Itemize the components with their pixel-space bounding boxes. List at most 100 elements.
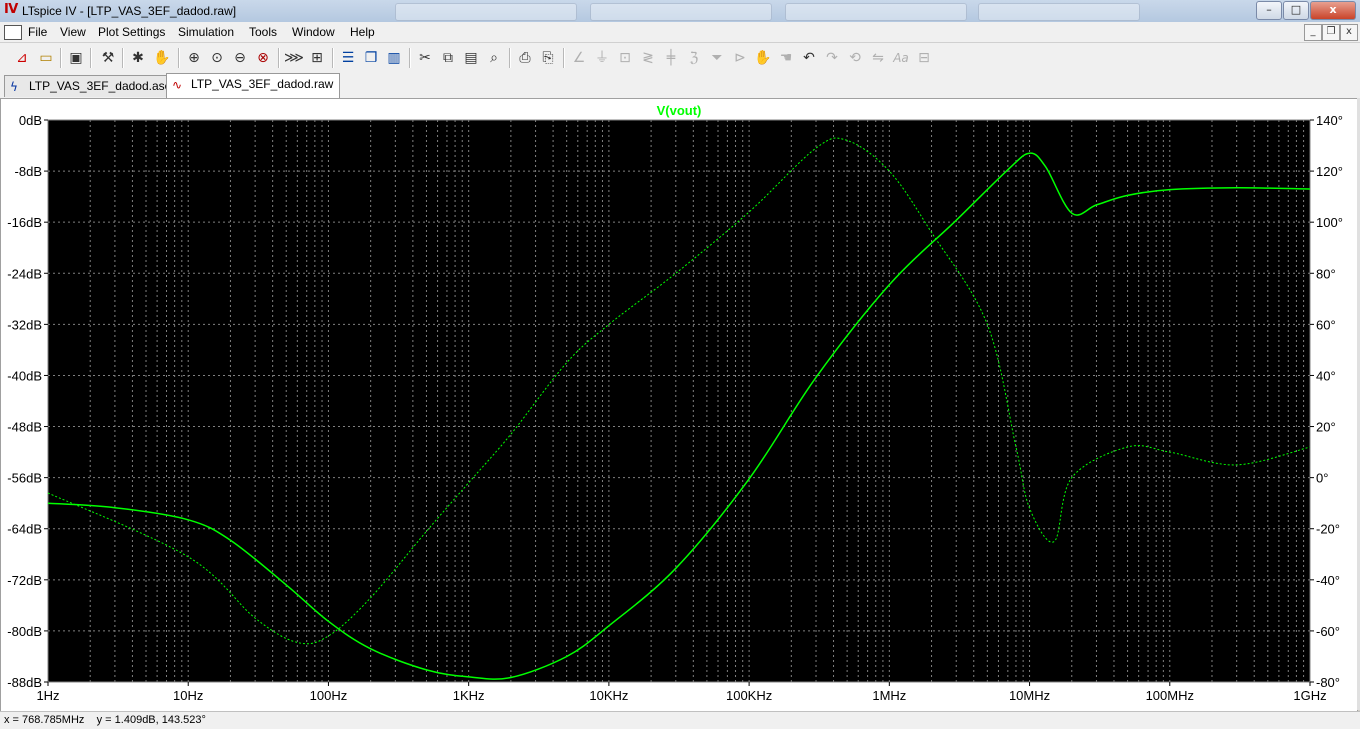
background-window-tab bbox=[590, 3, 772, 21]
run-icon[interactable]: ✱ bbox=[128, 48, 148, 68]
menu-help[interactable]: Help bbox=[350, 25, 375, 39]
y-right-tick-label: 40° bbox=[1316, 368, 1336, 383]
zoom-out-icon[interactable]: ⊖ bbox=[230, 48, 250, 68]
inductor-icon[interactable]: ℨ bbox=[684, 48, 704, 68]
tile-vertical-icon[interactable]: ▥ bbox=[384, 48, 404, 68]
y-right-tick-label: 120° bbox=[1316, 164, 1343, 179]
menu-view[interactable]: View bbox=[60, 25, 86, 39]
y-left-tick-label: -64dB bbox=[7, 522, 42, 537]
document-tab-bar: ϟ LTP_VAS_3EF_dadod.asc ∿ LTP_VAS_3EF_da… bbox=[0, 72, 1360, 98]
toolbar-separator bbox=[278, 48, 280, 68]
rotate-icon[interactable]: ⟲ bbox=[845, 48, 865, 68]
mdi-minimize-button[interactable]: _ bbox=[1304, 24, 1322, 41]
new-schematic-icon[interactable]: ⊿ bbox=[12, 48, 32, 68]
toolbar-separator bbox=[178, 48, 180, 68]
undo-icon[interactable]: ↶ bbox=[799, 48, 819, 68]
toolbar-separator bbox=[122, 48, 124, 68]
spice-directive-icon[interactable]: ⊟ bbox=[914, 48, 934, 68]
background-window-tab bbox=[395, 3, 577, 21]
toolbar-separator bbox=[60, 48, 62, 68]
print-icon[interactable]: ⎘ bbox=[538, 48, 558, 68]
document-icon[interactable] bbox=[4, 25, 22, 40]
waveform-icon: ∿ bbox=[172, 78, 183, 92]
menu-plot-settings[interactable]: Plot Settings bbox=[98, 25, 165, 39]
toolbar-separator bbox=[563, 48, 565, 68]
find-icon[interactable]: ⌕ bbox=[484, 48, 504, 68]
resistor-icon[interactable]: ≷ bbox=[638, 48, 658, 68]
x-tick-label: 10MHz bbox=[1009, 688, 1050, 703]
cascade-icon[interactable]: ❐ bbox=[361, 48, 381, 68]
y-left-tick-label: -48dB bbox=[7, 420, 42, 435]
maximize-button[interactable]: □ bbox=[1283, 1, 1309, 20]
halt-icon[interactable]: ✋ bbox=[152, 48, 172, 68]
toolbar-separator bbox=[90, 48, 92, 68]
label-icon[interactable]: ⊡ bbox=[615, 48, 635, 68]
schematic-icon: ϟ bbox=[10, 80, 18, 94]
mdi-restore-button[interactable]: ❐ bbox=[1322, 24, 1340, 41]
move-icon[interactable]: ✋ bbox=[753, 48, 773, 68]
mdi-close-button[interactable]: x bbox=[1340, 24, 1358, 41]
menu-tools[interactable]: Tools bbox=[249, 25, 277, 39]
y-right-tick-label: 0° bbox=[1316, 471, 1328, 486]
wire-icon[interactable]: ∠ bbox=[569, 48, 589, 68]
toolbar-separator bbox=[509, 48, 511, 68]
y-left-tick-label: -72dB bbox=[7, 573, 42, 588]
y-right-tick-label: 60° bbox=[1316, 317, 1336, 332]
open-icon[interactable]: ▭ bbox=[36, 48, 56, 68]
menu-window[interactable]: Window bbox=[292, 25, 335, 39]
title-bar: Ⅳ LTspice IV - [LTP_VAS_3EF_dadod.raw] –… bbox=[0, 0, 1360, 23]
tab-waveform[interactable]: ∿ LTP_VAS_3EF_dadod.raw bbox=[166, 73, 341, 98]
y-right-tick-label: 100° bbox=[1316, 215, 1343, 230]
menu-file[interactable]: File bbox=[28, 25, 47, 39]
tile-horizontal-icon[interactable]: ☰ bbox=[338, 48, 358, 68]
diode-icon[interactable]: ⏷ bbox=[707, 48, 727, 68]
trace-label-vout[interactable]: V(vout) bbox=[657, 103, 702, 118]
mirror-icon[interactable]: ⇋ bbox=[868, 48, 888, 68]
menu-bar: File View Plot Settings Simulation Tools… bbox=[0, 22, 1360, 43]
paste-icon[interactable]: ▤ bbox=[461, 48, 481, 68]
y-left-tick-label: -80dB bbox=[7, 624, 42, 639]
zoom-fit-icon[interactable]: ⊗ bbox=[253, 48, 273, 68]
ground-icon[interactable]: ⏚ bbox=[592, 48, 612, 68]
y-right-tick-label: -80° bbox=[1316, 675, 1340, 690]
waveform-plot-pane[interactable]: 1Hz 10Hz 100Hz 1KHz 10KHz 100KHz 1MHz 10MHz 100M… bbox=[0, 98, 1358, 712]
toolbar-separator bbox=[332, 48, 334, 68]
cursor-readout: x = 768.785MHz y = 1.409dB, 143.523° bbox=[4, 714, 206, 726]
zoom-area-icon[interactable]: ⊙ bbox=[207, 48, 227, 68]
toolbar: ⊿ ▭ ▣ ⚒ ✱ ✋ ⊕ ⊙ ⊖ ⊗ ⋙ ⊞ ☰ ❐ ▥ ✂ ⧉ ▤ ⌕ ⎙ … bbox=[0, 43, 1360, 73]
save-icon[interactable]: ▣ bbox=[66, 48, 86, 68]
status-bar: x = 768.785MHz y = 1.409dB, 143.523° bbox=[0, 711, 1360, 729]
text-icon[interactable]: Aa bbox=[891, 48, 911, 68]
background-window-tab bbox=[785, 3, 967, 21]
ltspice-logo-icon: Ⅳ bbox=[4, 2, 19, 17]
background-window-tab bbox=[978, 3, 1140, 21]
component-icon[interactable]: ⊳ bbox=[730, 48, 750, 68]
y-left-tick-label: -40dB bbox=[7, 368, 42, 383]
copy-icon[interactable]: ⧉ bbox=[438, 48, 458, 68]
redo-icon[interactable]: ↷ bbox=[822, 48, 842, 68]
grid-icon[interactable]: ⊞ bbox=[307, 48, 327, 68]
bode-plot[interactable]: 1Hz 10Hz 100Hz 1KHz 10KHz 100KHz 1MHz 10MHz 100M… bbox=[1, 99, 1357, 711]
y-left-tick-label: -32dB bbox=[7, 317, 42, 332]
x-tick-label: 10KHz bbox=[589, 688, 628, 703]
control-panel-icon[interactable]: ⚒ bbox=[98, 48, 118, 68]
x-tick-label: 100MHz bbox=[1146, 688, 1194, 703]
capacitor-icon[interactable]: ╪ bbox=[661, 48, 681, 68]
tab-schematic[interactable]: ϟ LTP_VAS_3EF_dadod.asc bbox=[4, 75, 178, 97]
zoom-in-icon[interactable]: ⊕ bbox=[184, 48, 204, 68]
print-preview-icon[interactable]: ⎙ bbox=[515, 48, 535, 68]
cut-icon[interactable]: ✂ bbox=[415, 48, 435, 68]
drag-icon[interactable]: ☚ bbox=[776, 48, 796, 68]
menu-simulation[interactable]: Simulation bbox=[178, 25, 234, 39]
y-left-tick-label: -24dB bbox=[7, 266, 42, 281]
x-tick-label: 1KHz bbox=[453, 688, 485, 703]
y-right-tick-label: 80° bbox=[1316, 266, 1336, 281]
y-right-tick-label: 140° bbox=[1316, 113, 1343, 128]
x-tick-label: 100Hz bbox=[310, 688, 348, 703]
y-left-tick-label: -88dB bbox=[7, 675, 42, 690]
close-button[interactable]: x bbox=[1310, 1, 1356, 20]
autorange-icon[interactable]: ⋙ bbox=[284, 48, 304, 68]
minimize-button[interactable]: – bbox=[1256, 1, 1282, 20]
window-title: LTspice IV - [LTP_VAS_3EF_dadod.raw] bbox=[22, 4, 237, 18]
y-left-tick-label: -56dB bbox=[7, 471, 42, 486]
